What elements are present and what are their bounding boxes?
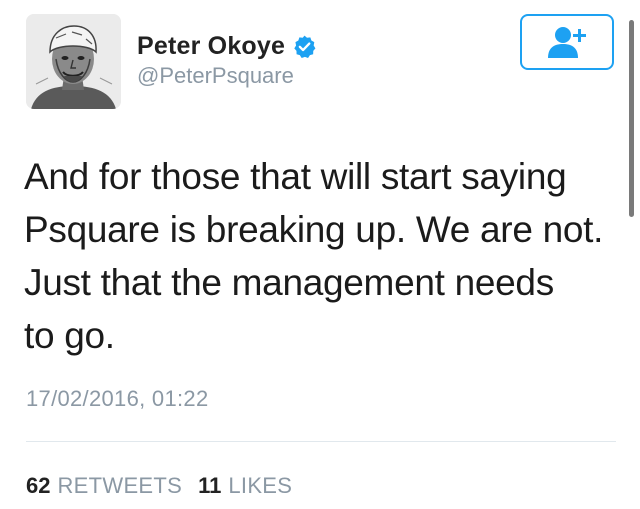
scrollbar[interactable] bbox=[629, 20, 634, 217]
tweet-stats: 62 RETWEETS 11 LIKES bbox=[26, 473, 292, 499]
sketch-portrait-avatar bbox=[26, 14, 121, 109]
name-row: Peter Okoye bbox=[137, 31, 317, 61]
add-user-icon bbox=[548, 27, 586, 58]
likes-count: 11 bbox=[198, 473, 222, 498]
tweet-line: to go. bbox=[24, 315, 115, 356]
display-name[interactable]: Peter Okoye bbox=[137, 32, 285, 61]
retweets-label: RETWEETS bbox=[57, 473, 183, 498]
follow-button[interactable] bbox=[520, 14, 614, 70]
tweet-timestamp: 17/02/2016, 01:22 bbox=[26, 386, 209, 411]
divider bbox=[26, 441, 616, 442]
avatar[interactable] bbox=[26, 14, 121, 109]
user-handle[interactable]: @PeterPsquare bbox=[137, 63, 294, 89]
retweets-count: 62 bbox=[26, 473, 51, 498]
likes-label: LIKES bbox=[228, 473, 293, 498]
tweet-line: And for those that will start saying bbox=[24, 156, 567, 197]
retweets-stat[interactable]: 62 RETWEETS bbox=[26, 473, 182, 499]
verified-badge-icon bbox=[292, 34, 317, 59]
tweet-line: Psquare is breaking up. We are not. bbox=[24, 209, 604, 250]
tweet-text: And for those that will start saying Psq… bbox=[24, 150, 620, 362]
tweet-line: Just that the management needs bbox=[24, 262, 554, 303]
likes-stat[interactable]: 11 LIKES bbox=[198, 473, 292, 499]
